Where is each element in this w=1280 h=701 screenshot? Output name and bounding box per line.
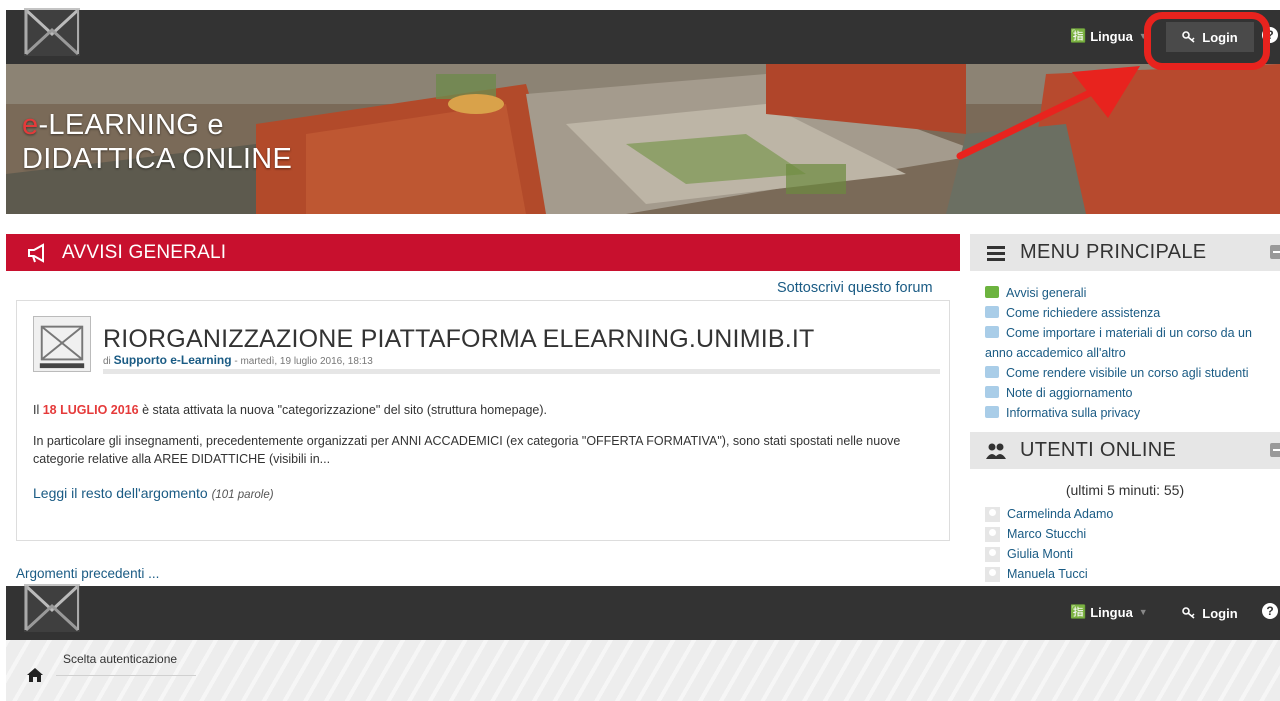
login-label: Login — [1202, 605, 1238, 621]
hamburger-icon — [987, 245, 1005, 261]
page-icon — [985, 406, 999, 418]
previous-topics-link[interactable]: Argomenti precedenti ... — [16, 566, 159, 581]
banner-title: e-LEARNING e DIDATTICA ONLINE — [22, 109, 293, 175]
menu-item-assistenza[interactable]: Come richiedere assistenza — [985, 303, 1280, 323]
top-gap — [0, 0, 1280, 10]
menu-principale-header: MENU PRINCIPALE — [970, 234, 1280, 271]
page-icon — [985, 326, 999, 338]
login-highlight-annotation — [1144, 12, 1270, 70]
online-user[interactable]: Manuela Tucci — [985, 564, 1113, 584]
university-logo[interactable] — [20, 580, 84, 636]
post-divider — [103, 369, 940, 374]
key-icon — [1182, 607, 1195, 619]
language-label: Lingua — [1090, 28, 1133, 44]
menu-principale-title: MENU PRINCIPALE — [1020, 241, 1207, 263]
author-avatar — [33, 316, 91, 372]
menu-item-importare[interactable]: Come importare i materiali di un corso d… — [985, 323, 1280, 363]
online-user[interactable]: Giulia Monti — [985, 544, 1113, 564]
utenti-online-header: UTENTI ONLINE — [970, 432, 1280, 469]
menu-item-avvisi[interactable]: Avvisi generali — [985, 283, 1280, 303]
forum-post: RIORGANIZZAZIONE PIATTAFORMA ELEARNING.U… — [16, 300, 950, 541]
user-avatar-icon — [985, 546, 1000, 562]
breadcrumb-divider — [56, 675, 196, 676]
breadcrumb-area — [6, 640, 1280, 701]
language-icon: 🈯 — [1070, 604, 1087, 619]
online-users-count: (ultimi 5 minuti: 55) — [1065, 482, 1185, 498]
post-author-link[interactable]: Supporto e-Learning — [114, 353, 232, 367]
post-meta: di Supporto e-Learning - martedì, 19 lug… — [103, 353, 373, 367]
top-navbar: 🈯 Lingua ▼ Login ? — [6, 8, 1280, 64]
language-menu[interactable]: 🈯 Lingua ▼ — [1070, 604, 1148, 620]
post-body-line2: In particolare gli insegnamenti, precede… — [33, 434, 901, 466]
screenshot-page: 🈯 Lingua ▼ Login ? e-LEARNING e DIDATTIC… — [0, 0, 1280, 701]
page-icon — [985, 386, 999, 398]
utenti-online-title: UTENTI ONLINE — [1020, 439, 1177, 461]
bullhorn-icon — [28, 242, 44, 263]
forum-icon — [985, 286, 999, 298]
university-logo[interactable] — [20, 4, 84, 60]
language-label: Lingua — [1090, 604, 1133, 620]
annotation-arrow — [956, 66, 1140, 160]
menu-item-privacy[interactable]: Informativa sulla privacy — [985, 403, 1280, 423]
post-title: RIORGANIZZAZIONE PIATTAFORMA ELEARNING.U… — [103, 325, 815, 353]
online-users-list: Carmelinda Adamo Marco Stucchi Giulia Mo… — [985, 504, 1113, 584]
login-button[interactable]: Login — [1166, 598, 1254, 628]
user-avatar-icon — [985, 566, 1000, 582]
home-icon[interactable] — [26, 667, 44, 683]
breadcrumb-current: Scelta autenticazione — [63, 652, 178, 666]
user-avatar-icon — [985, 526, 1000, 542]
language-menu[interactable]: 🈯 Lingua ▼ — [1070, 28, 1148, 44]
user-avatar-icon — [985, 506, 1000, 522]
language-icon: 🈯 — [1070, 28, 1087, 43]
page-icon — [985, 366, 999, 378]
avvisi-title: AVVISI GENERALI — [62, 241, 227, 263]
post-body-line1: Il 18 LUGLIO 2016 è stata attivata la nu… — [33, 403, 548, 417]
page-icon — [985, 306, 999, 318]
menu-item-visibile[interactable]: Come rendere visibile un corso agli stud… — [985, 363, 1280, 383]
online-user[interactable]: Carmelinda Adamo — [985, 504, 1113, 524]
chevron-down-icon: ▼ — [1138, 607, 1148, 617]
users-icon — [986, 443, 1006, 459]
read-more-link[interactable]: Leggi il resto dell'argomento (101 parol… — [33, 485, 274, 501]
subscribe-forum-link[interactable]: Sottoscrivi questo forum — [777, 280, 933, 296]
avvisi-header: AVVISI GENERALI — [6, 234, 960, 271]
bottom-navbar: 🈯 Lingua ▼ Login ? — [6, 584, 1280, 640]
menu-item-note[interactable]: Note di aggiornamento — [985, 383, 1280, 403]
collapse-icon[interactable] — [1270, 443, 1280, 457]
collapse-icon[interactable] — [1270, 245, 1280, 259]
online-user[interactable]: Marco Stucchi — [985, 524, 1113, 544]
menu-principale-list: Avvisi generali Come richiedere assisten… — [985, 283, 1280, 423]
help-icon[interactable]: ? — [1262, 603, 1278, 619]
